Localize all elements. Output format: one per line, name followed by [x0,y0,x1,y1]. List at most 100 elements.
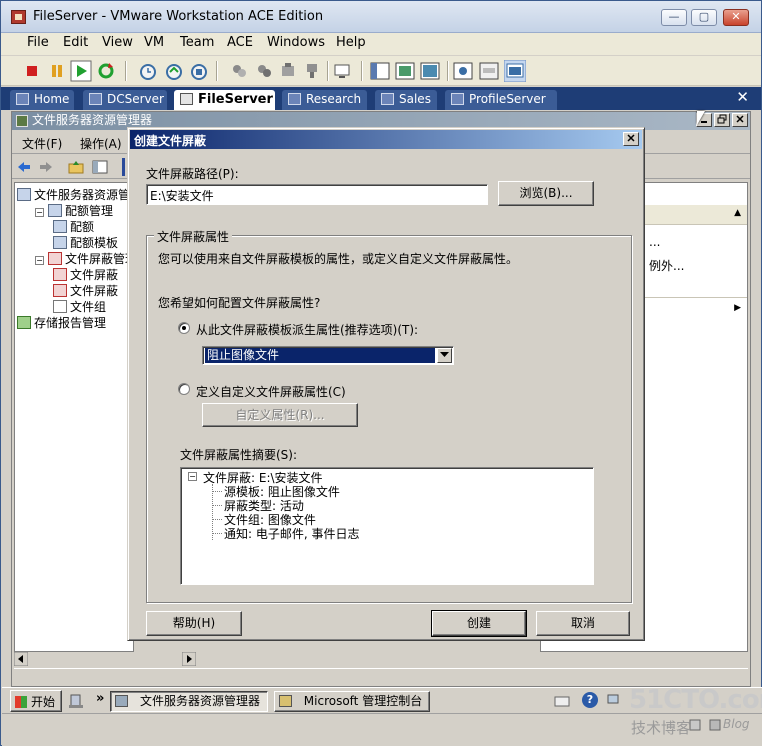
tab-profileserver[interactable]: ProfileServer [445,90,557,110]
close-button[interactable]: ✕ [723,9,749,26]
action-item-exceptions[interactable]: 例外... [649,257,684,274]
quick-switch-icon[interactable] [419,60,441,82]
back-arrow-icon[interactable] [16,159,32,175]
summary-expander[interactable]: − [188,472,197,481]
action-item-ellipsis[interactable]: ... [649,235,660,249]
help-button[interactable]: 帮助(H) [146,611,242,636]
maximize-button[interactable]: ▢ [691,9,717,26]
tab-sales[interactable]: Sales [375,90,437,110]
browse-button[interactable]: 浏览(B)... [498,181,594,206]
tab-home[interactable]: Home [10,90,74,110]
menu-file[interactable]: File [23,35,53,50]
tree-item-label: 配额模板 [70,236,119,250]
summary-tree[interactable]: − 文件屏蔽: E:\安装文件 源模板: 阻止图像文件 屏蔽类型: 活动 文件组… [180,467,594,585]
mmc-restore-button[interactable] [714,113,730,127]
collapse-arrow[interactable]: ▲ [734,208,741,218]
start-button[interactable]: 开始 [10,690,62,712]
vm-tab-bar: Home DCServer FileServer Research Sales … [1,87,761,110]
reset-icon[interactable] [95,60,117,82]
menu-edit[interactable]: Edit [59,35,92,50]
tree-item[interactable]: 存储报告管理 [17,314,106,330]
snapshot-icon[interactable] [137,60,159,82]
menu-windows[interactable]: Windows [263,35,329,50]
close-tab-button[interactable]: ✕ [736,88,749,106]
tree-item-label: 存储报告管理 [34,316,107,330]
menu-team[interactable]: Team [176,35,218,50]
dialog-title-bar[interactable]: 创建文件屏蔽 [130,130,642,149]
network-icon[interactable] [606,693,620,707]
tab-research[interactable]: Research [282,90,367,110]
team-lan-icon[interactable] [301,60,323,82]
custom-radio[interactable] [178,383,190,395]
task-mmc[interactable]: Microsoft 管理控制台 [274,691,430,712]
mmc-menu-action[interactable]: 操作(A) [80,135,122,152]
menu-vm[interactable]: VM [140,35,168,50]
tree-item[interactable]: 配额模板 [53,234,118,250]
template-radio[interactable] [178,322,190,334]
power-on-icon[interactable] [70,60,92,82]
tab-dcserver[interactable]: DCServer [83,90,167,110]
scroll-left-icon[interactable] [14,652,28,666]
description-text: 您可以使用来自文件屏蔽模板的属性，或定义自定义文件屏蔽属性。 [158,252,519,266]
revert-snapshot-icon[interactable] [163,60,185,82]
team-power-icon[interactable] [253,60,275,82]
taskbar-overflow-chevron[interactable]: » [96,691,104,706]
suspend-icon[interactable] [46,60,68,82]
task-file-server-manager[interactable]: 文件服务器资源管理器 [110,691,268,712]
fullscreen-icon[interactable] [394,60,416,82]
vmware-app-icon [11,10,26,24]
cancel-button[interactable]: 取消 [536,611,630,636]
toolbar-marker [122,158,125,176]
help-icon[interactable]: ? [582,692,598,708]
summary-view-icon[interactable] [452,60,474,82]
tree-expander[interactable]: − [35,256,44,265]
tab-fileserver[interactable]: FileServer [174,90,275,110]
tree-item[interactable]: 配额 [53,218,94,234]
appliance-view-icon[interactable] [478,60,500,82]
menu-help[interactable]: Help [332,35,370,50]
server-manager-icon[interactable] [68,693,84,709]
power-off-icon[interactable] [21,60,43,82]
tree-item[interactable]: − 文件屏蔽管理 [35,250,133,266]
console-icon[interactable] [331,60,353,82]
sidebar-view-icon[interactable] [369,60,391,82]
console-icon [279,695,292,707]
snapshot-manager-icon[interactable] [188,60,210,82]
minimize-button[interactable]: — [661,9,687,26]
tree-item[interactable]: 文件屏蔽 [53,282,118,298]
dropdown-arrow-icon[interactable] [437,348,452,363]
console-view-icon[interactable] [504,60,526,82]
expand-arrow[interactable]: ▶ [734,303,741,313]
horizontal-scrollbar[interactable] [14,652,748,666]
menu-ace[interactable]: ACE [223,35,257,50]
tree-item-label: 配额管理 [65,204,114,218]
show-tree-icon[interactable] [92,159,108,175]
tree-expander[interactable]: − [35,208,44,217]
custom-properties-button[interactable]: 自定义属性(R)... [202,403,358,427]
custom-option-label[interactable]: 定义自定义文件屏蔽属性(C) [196,383,346,400]
mmc-close-button[interactable] [732,113,748,127]
keyboard-icon[interactable] [554,694,570,708]
template-select[interactable]: 阻止图像文件 [202,346,454,365]
forward-arrow-icon[interactable] [38,159,54,175]
create-file-screen-dialog: 创建文件屏蔽 文件屏蔽路径(P): E:\安装文件 浏览(B)... 文件屏蔽属… [127,127,645,641]
mmc-menu-file[interactable]: 文件(F) [22,135,62,152]
up-folder-icon[interactable] [68,159,84,175]
tree-item[interactable]: 文件服务器资源管 [17,186,130,202]
path-input[interactable]: E:\安装文件 [146,184,488,205]
watermark-subtitle: 技术博客 [631,719,692,737]
team-icon[interactable] [228,60,250,82]
team-settings-icon[interactable] [277,60,299,82]
scroll-right-icon[interactable] [182,652,196,666]
template-option-label[interactable]: 从此文件屏蔽模板派生属性(推荐选项)(T): [196,321,418,338]
menu-view[interactable]: View [98,35,137,50]
vm-icon [451,93,464,105]
device-icon[interactable] [708,718,722,732]
tree-item-label: 文件屏蔽 [70,268,119,282]
create-button[interactable]: 创建 [431,610,527,637]
tree-item[interactable]: − 配额管理 [35,202,113,218]
dialog-close-button[interactable] [623,132,639,146]
title-bar[interactable]: FileServer - VMware Workstation ACE Edit… [1,1,761,33]
tree-item[interactable]: 文件组 [53,298,106,314]
tree-item[interactable]: 文件屏蔽 [53,266,118,282]
